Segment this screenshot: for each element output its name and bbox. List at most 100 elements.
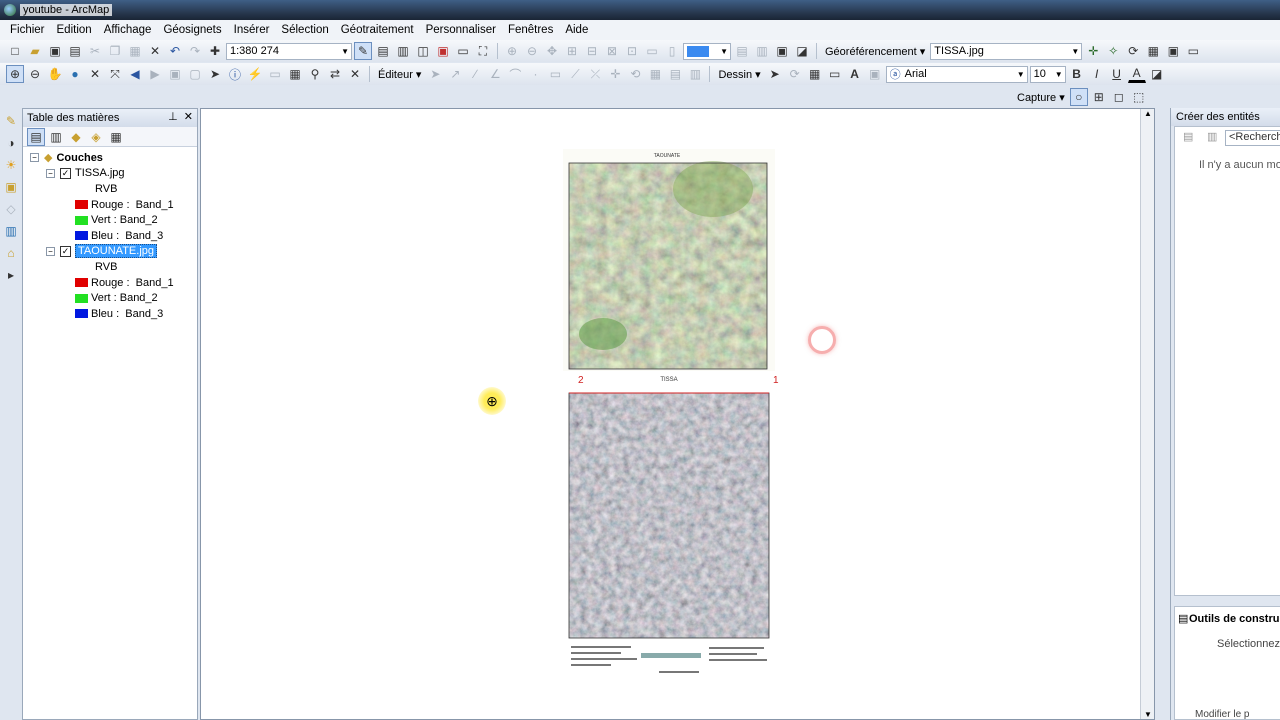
zoom-in-icon[interactable]: ⊕	[6, 65, 24, 83]
undo-icon[interactable]: ↶	[166, 42, 184, 60]
layer-visibility-checkbox[interactable]: ✓	[60, 167, 71, 179]
point-snapping-icon[interactable]: ○	[1069, 88, 1088, 106]
bold-button[interactable]: B	[1068, 65, 1086, 83]
layout-print-preview-icon[interactable]: ▥	[753, 42, 771, 60]
edit-annotation-icon[interactable]: ↗	[446, 65, 464, 83]
template-search-input[interactable]: <Recherche	[1225, 130, 1280, 146]
map-vertical-scrollbar[interactable]: ▲ ▼	[1140, 109, 1154, 719]
arctoolbox-icon[interactable]: ▣	[434, 42, 452, 60]
find-icon[interactable]: ⚲	[306, 65, 324, 83]
python-window-icon[interactable]: ▭	[454, 42, 472, 60]
scroll-up-arrow-icon[interactable]: ▲	[1144, 109, 1152, 118]
layout-full-page-icon[interactable]: ⊞	[563, 42, 581, 60]
list-by-selection-icon[interactable]: ◈	[87, 128, 105, 146]
menu-affichage[interactable]: Affichage	[98, 24, 158, 36]
scroll-down-arrow-icon[interactable]: ▼	[1144, 710, 1152, 719]
georef-overflow-icon[interactable]: ▭	[1184, 42, 1202, 60]
map-view[interactable]: TAOUNATE 2 1 TISSA ⊕ ▲ ▼	[200, 108, 1155, 720]
close-icon[interactable]: ✕	[184, 111, 193, 123]
clear-selection-icon[interactable]: ▢	[186, 65, 204, 83]
menu-geosignets[interactable]: Géosignets	[157, 24, 227, 36]
tree-root-row[interactable]: − ◆ Couches	[23, 150, 197, 166]
editor-menu[interactable]: Éditeur ▾	[375, 68, 424, 81]
zoom-out-icon[interactable]: ⊖	[26, 65, 44, 83]
layer-visibility-checkbox[interactable]: ✓	[60, 245, 71, 257]
swipe-icon[interactable]: ◇	[2, 200, 20, 218]
rotate-edit-icon[interactable]: ⟲	[626, 65, 644, 83]
layout-pan-icon[interactable]: ✥	[543, 42, 561, 60]
model-builder-icon[interactable]: ⛶	[474, 42, 492, 60]
georef-layer-combo[interactable]: TISSA.jpg ▼	[930, 42, 1083, 60]
capture-menu[interactable]: Capture ▾	[1014, 91, 1068, 104]
construction-tools-footer[interactable]: Modifier le p	[1195, 709, 1249, 720]
sketch-properties-icon[interactable]: ▤	[666, 65, 684, 83]
create-features-icon[interactable]: ▥	[686, 65, 704, 83]
open-folder-icon[interactable]: ▰	[26, 42, 44, 60]
vertex-snapping-icon[interactable]: ◻	[1110, 88, 1128, 106]
select-elements-draw-icon[interactable]: ➤	[766, 65, 784, 83]
georeferencing-menu[interactable]: Géoréférencement ▾	[822, 45, 928, 58]
menu-selection[interactable]: Sélection	[275, 24, 334, 36]
font-name-combo[interactable]: ⓐ Arial ▼	[885, 65, 1028, 83]
delete-icon[interactable]: ✕	[146, 42, 164, 60]
layout-zoom-combo[interactable]: ▼	[683, 42, 731, 60]
layer-row-tissa[interactable]: − ✓ TISSA.jpg	[23, 166, 197, 182]
layout-forward-icon[interactable]: ⊡	[623, 42, 641, 60]
layer-name[interactable]: TISSA.jpg	[75, 167, 125, 179]
layout-extra-icon[interactable]: ▣	[773, 42, 791, 60]
print-icon[interactable]: ▤	[66, 42, 84, 60]
viewer-icon[interactable]: ▣	[1164, 42, 1182, 60]
reshape-icon[interactable]: ⟋	[566, 65, 584, 83]
layout-focus-icon[interactable]: ▯	[663, 42, 681, 60]
toc-options-icon[interactable]: ▦	[107, 128, 125, 146]
list-by-visibility-icon[interactable]: ◆	[67, 128, 85, 146]
draw-menu[interactable]: Dessin ▾	[715, 68, 763, 81]
forward-arrow-icon[interactable]: ▶	[146, 65, 164, 83]
layout-toggle-icon[interactable]: ▭	[643, 42, 661, 60]
pin-icon[interactable]: ⊥	[168, 111, 178, 123]
menu-fenetres[interactable]: Fenêtres	[502, 24, 559, 36]
cut-polygons-icon[interactable]: ⤫	[586, 65, 604, 83]
contrast-icon[interactable]: ◑	[2, 134, 20, 152]
paste-icon[interactable]: ▦	[126, 42, 144, 60]
scale-combo[interactable]: 1:380 274 ▼	[226, 42, 352, 60]
editor-toolbar-icon[interactable]: ✎	[354, 42, 372, 60]
transparency-icon[interactable]: ⌂	[2, 244, 20, 262]
collapse-icon[interactable]: −	[46, 168, 55, 178]
organize-templates-icon[interactable]: ▤	[1183, 130, 1193, 143]
end-snapping-icon[interactable]: ⊞	[1090, 88, 1108, 106]
editor-tool-icon[interactable]: ✎	[2, 112, 20, 130]
full-extent-icon[interactable]: ●	[66, 65, 84, 83]
attributes-icon[interactable]: ▦	[646, 65, 664, 83]
find-route-icon[interactable]: ⇄	[326, 65, 344, 83]
copy-icon[interactable]: ❐	[106, 42, 124, 60]
view-link-table-icon[interactable]: ▦	[1144, 42, 1162, 60]
fill-color-icon[interactable]: ◪	[1148, 65, 1166, 83]
auto-registration-icon[interactable]: ✧	[1104, 42, 1122, 60]
new-document-icon[interactable]: □	[6, 42, 24, 60]
collapse-icon[interactable]: −	[46, 246, 55, 256]
new-text-icon[interactable]: A	[846, 65, 864, 83]
list-by-drawing-order-icon[interactable]: ▤	[27, 127, 45, 146]
layout-zoom-in-icon[interactable]: ⊕	[503, 42, 521, 60]
menu-personnaliser[interactable]: Personnaliser	[420, 24, 502, 36]
collapse-icon[interactable]: −	[30, 153, 39, 163]
add-data-icon[interactable]: ✚	[206, 42, 224, 60]
rotate-icon[interactable]: ⟳	[1124, 42, 1142, 60]
font-color-button[interactable]: A	[1127, 65, 1146, 83]
zoom-to-elements-icon[interactable]: ▦	[806, 65, 824, 83]
flicker-icon[interactable]: ▥	[2, 222, 20, 240]
hyperlink-icon[interactable]: ⚡	[246, 65, 264, 83]
edit-text-icon[interactable]: ▣	[866, 65, 884, 83]
catalog-window-icon[interactable]: ▥	[394, 42, 412, 60]
toc-window-icon[interactable]: ▤	[374, 42, 392, 60]
menu-aide[interactable]: Aide	[559, 24, 594, 36]
layout-zoom-out-icon[interactable]: ⊖	[523, 42, 541, 60]
redo-icon[interactable]: ↷	[186, 42, 204, 60]
menu-geotraitement[interactable]: Géotraitement	[335, 24, 420, 36]
layer-name-selected[interactable]: TAOUNATE.jpg	[75, 244, 157, 259]
layout-overflow-icon[interactable]: ◪	[793, 42, 811, 60]
cut-icon[interactable]: ✂	[86, 42, 104, 60]
split-icon[interactable]: ✛	[606, 65, 624, 83]
rotate-draw-icon[interactable]: ⟳	[786, 65, 804, 83]
